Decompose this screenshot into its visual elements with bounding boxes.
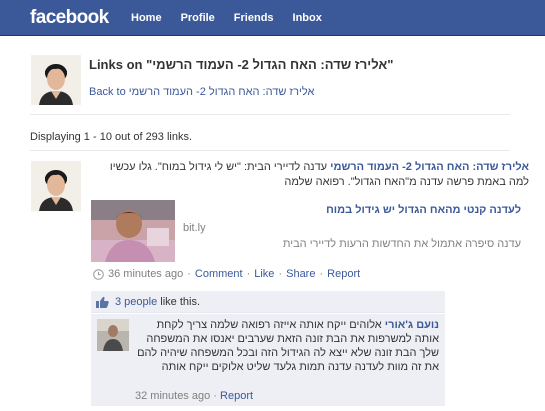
page-avatar[interactable] xyxy=(31,55,81,105)
nav-friends[interactable]: Friends xyxy=(234,12,274,24)
report-link[interactable]: Report xyxy=(327,268,360,280)
nav-inbox[interactable]: Inbox xyxy=(293,12,322,24)
divider xyxy=(30,114,510,115)
attachment-domain: bit.ly xyxy=(183,222,206,234)
like-link[interactable]: Like xyxy=(254,268,274,280)
page-title: Links on "אלירז שדה: האח הגדול 2- העמוד … xyxy=(89,57,509,72)
comment-link[interactable]: Comment xyxy=(195,268,243,280)
thumbs-up-icon xyxy=(96,296,109,308)
attachment-thumbnail[interactable] xyxy=(91,200,175,262)
commenter-name-link[interactable]: נועם ג'אורי xyxy=(385,319,439,331)
nav-profile[interactable]: Profile xyxy=(181,12,215,24)
comment-report-link[interactable]: Report xyxy=(220,390,253,402)
post-actions: 36 minutes ago · Comment · Like · Share … xyxy=(93,268,360,280)
facebook-logo[interactable]: facebook xyxy=(30,7,109,29)
likers-link[interactable]: 3 people xyxy=(115,296,157,308)
commenter-avatar[interactable] xyxy=(97,319,129,351)
share-link[interactable]: Share xyxy=(286,268,315,280)
clock-icon xyxy=(93,268,104,280)
comment-meta: 32 minutes ago · Report xyxy=(135,390,254,402)
attachment-title-link[interactable]: לעדנה קנטי מהאח הגדול יש גידול במוח xyxy=(326,204,521,216)
comment-body: נועם ג'אורי אלוהים ייקח אותה אייזה רפואה… xyxy=(133,318,439,374)
post-timestamp[interactable]: 36 minutes ago xyxy=(108,268,183,280)
title-page-name: "אלירז שדה: האח הגדול 2- העמוד הרשמי" xyxy=(146,57,394,72)
top-nav: Home Profile Friends Inbox xyxy=(131,12,341,24)
title-prefix: Links on xyxy=(89,57,143,72)
comment-item: נועם ג'אורי אלוהים ייקח אותה אייזה רפואה… xyxy=(91,314,445,406)
post-message: אלירז שדה: האח הגדול 2- העמוד הרשמי עדנה… xyxy=(89,160,529,190)
back-link[interactable]: Back to אלירז שדה: האח הגדול 2- העמוד הר… xyxy=(89,86,314,98)
attachment-description: עדנה סיפרה אתמול את החדשות הרעות לדיירי … xyxy=(282,238,521,250)
link-attachment[interactable]: לעדנה קנטי מהאח הגדול יש גידול במוח bit.… xyxy=(91,200,521,264)
comment-timestamp: 32 minutes ago xyxy=(135,390,211,402)
post-author-link[interactable]: אלירז שדה: האח הגדול 2- העמוד הרשמי xyxy=(330,161,529,173)
links-count: Displaying 1 - 10 out of 293 links. xyxy=(30,131,193,143)
nav-home[interactable]: Home xyxy=(131,12,162,24)
post-author-avatar[interactable] xyxy=(31,161,81,211)
likes-summary: 3 people like this. xyxy=(91,291,445,313)
top-bar: facebook Home Profile Friends Inbox xyxy=(0,0,545,36)
divider xyxy=(30,150,510,151)
likes-suffix: like this. xyxy=(157,296,201,308)
